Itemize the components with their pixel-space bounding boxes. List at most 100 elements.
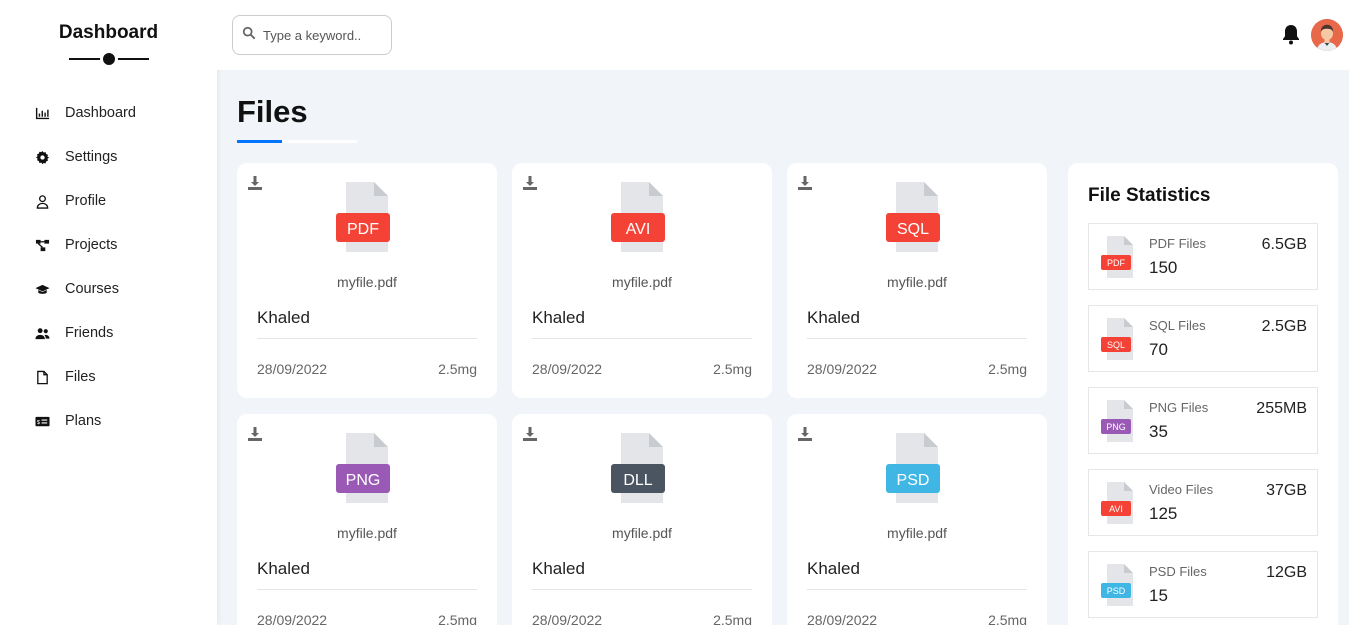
file-owner: Khaled [807,559,860,578]
file-name: myfile.pdf [337,274,397,290]
search-input[interactable] [263,27,383,43]
stat-label: PNG Files [1149,400,1209,415]
psd-file-icon: PSD [1101,564,1133,606]
svg-text:PDF: PDF [1107,258,1126,268]
sql-file-icon: SQL [1101,318,1133,360]
sidebar: Dashboard Dashboard Settings Profile Pro… [0,0,217,625]
png-file-icon: PNG [1101,400,1133,442]
sidebar-nav: Dashboard Settings Profile Projects Cour… [0,91,217,443]
download-icon[interactable] [797,175,813,191]
file-name: myfile.pdf [887,525,947,541]
stat-item-psd[interactable]: PSD PSD Files 15 12GB [1088,551,1318,618]
file-date: 28/09/2022 [807,612,878,625]
file-icon [33,368,51,386]
svg-text:PNG: PNG [1106,422,1126,432]
sidebar-item-dashboard[interactable]: Dashboard [0,91,217,135]
stat-count: 15 [1149,586,1168,605]
sidebar-item-label: Files [65,369,96,385]
file-owner: Khaled [257,559,310,578]
file-size: 2.5mg [713,361,752,377]
file-name: myfile.pdf [337,525,397,541]
file-statistics-panel: File Statistics PDF PDF Files 150 6.5GB … [1068,163,1338,625]
file-owner: Khaled [257,308,310,327]
stat-item-pdf[interactable]: PDF PDF Files 150 6.5GB [1088,223,1318,290]
title-underline [237,140,357,143]
divider [807,589,1027,590]
file-size: 2.5mg [438,612,477,625]
file-date: 28/09/2022 [257,361,328,377]
divider [807,338,1027,339]
sidebar-item-label: Courses [65,281,119,297]
download-icon[interactable] [797,426,813,442]
sidebar-item-label: Dashboard [65,105,136,121]
svg-text:PNG: PNG [346,472,381,489]
sidebar-item-settings[interactable]: Settings [0,135,217,179]
file-name: myfile.pdf [612,525,672,541]
stat-label: Video Files [1149,482,1214,497]
search-box[interactable] [232,15,392,55]
graduation-cap-icon [33,280,51,298]
file-name: myfile.pdf [887,274,947,290]
file-size: 2.5mg [988,361,1027,377]
file-owner: Khaled [532,308,585,327]
money-check-icon: $ [33,412,51,430]
file-card[interactable]: PDF myfile.pdf Khaled 28/09/2022 2.5mg [237,163,497,398]
file-size: 2.5mg [438,361,477,377]
psd-file-icon: PSD [886,433,940,503]
sidebar-item-profile[interactable]: Profile [0,179,217,223]
stat-item-sql[interactable]: SQL SQL Files 70 2.5GB [1088,305,1318,372]
file-date: 28/09/2022 [807,361,878,377]
stat-item-video[interactable]: AVI Video Files 125 37GB [1088,469,1318,536]
file-owner: Khaled [807,308,860,327]
stats-title: File Statistics [1088,185,1211,206]
sidebar-item-plans[interactable]: $ Plans [0,399,217,443]
download-icon[interactable] [522,175,538,191]
sidebar-item-friends[interactable]: Friends [0,311,217,355]
file-date: 28/09/2022 [532,361,603,377]
download-icon[interactable] [247,426,263,442]
svg-text:DLL: DLL [623,472,652,489]
users-icon [33,324,51,342]
stat-size: 2.5GB [1261,318,1307,335]
file-card[interactable]: PNG myfile.pdf Khaled 28/09/2022 2.5mg [237,414,497,625]
stat-size: 255MB [1256,400,1307,417]
brand-title: Dashboard [58,22,159,43]
stat-count: 125 [1149,504,1178,523]
sidebar-item-projects[interactable]: Projects [0,223,217,267]
svg-text:PSD: PSD [1107,586,1126,596]
avatar[interactable] [1311,19,1343,51]
svg-text:AVI: AVI [626,221,651,238]
stat-size: 6.5GB [1261,236,1307,253]
chart-bar-icon [33,104,51,122]
download-icon[interactable] [522,426,538,442]
sidebar-item-files[interactable]: Files [0,355,217,399]
sidebar-item-label: Projects [65,237,118,253]
stat-item-png[interactable]: PNG PNG Files 35 255MB [1088,387,1318,454]
page-title: Files [237,94,308,129]
divider [532,338,752,339]
stat-size: 37GB [1266,482,1307,499]
png-file-icon: PNG [336,433,390,503]
top-header [217,0,1349,70]
sidebar-item-label: Profile [65,193,107,209]
divider [532,589,752,590]
stat-label: PDF Files [1149,236,1207,251]
avi-file-icon: AVI [611,182,665,252]
file-card[interactable]: DLL myfile.pdf Khaled 28/09/2022 2.5mg [512,414,772,625]
sidebar-item-label: Plans [65,413,102,429]
file-date: 28/09/2022 [532,612,603,625]
stat-size: 12GB [1266,564,1307,581]
sql-file-icon: SQL [886,182,940,252]
bell-icon[interactable] [1281,23,1301,45]
download-icon[interactable] [247,175,263,191]
file-card[interactable]: PSD myfile.pdf Khaled 28/09/2022 2.5mg [787,414,1047,625]
file-name: myfile.pdf [612,274,672,290]
gear-icon [33,148,51,166]
file-card[interactable]: AVI myfile.pdf Khaled 28/09/2022 2.5mg [512,163,772,398]
sidebar-item-courses[interactable]: Courses [0,267,217,311]
file-date: 28/09/2022 [257,612,328,625]
file-card[interactable]: SQL myfile.pdf Khaled 28/09/2022 2.5mg [787,163,1047,398]
svg-text:PSD: PSD [897,472,930,489]
stat-count: 150 [1149,258,1178,277]
pdf-file-icon: PDF [336,182,390,252]
